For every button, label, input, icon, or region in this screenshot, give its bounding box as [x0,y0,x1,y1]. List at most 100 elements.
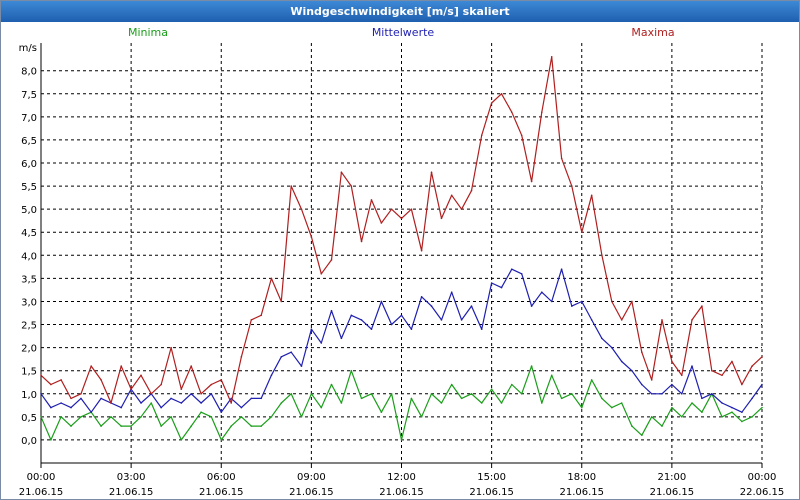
chart-window: Windgeschwindigkeit [m/s] skaliert Minim… [0,0,800,500]
data-point [50,406,52,409]
window-title: Windgeschwindigkeit [m/s] skaliert [1,1,799,22]
data-point [500,92,503,95]
data-point [260,397,263,400]
data-point [180,402,183,404]
data-point [50,439,52,441]
data-point [430,305,433,307]
data-point [410,328,413,330]
data-point [360,240,363,243]
data-point [170,397,172,400]
data-point [110,402,112,404]
data-point [330,383,333,386]
data-point [70,406,72,409]
data-point [490,388,493,390]
data-point [731,360,733,363]
x-tick-time: 21:00 [657,472,686,483]
data-point [60,402,62,404]
y-tick-label: 6,0 [21,159,37,170]
data-point [310,236,313,238]
x-tick-date: 21.06.15 [559,487,604,498]
grid-lines [40,43,763,463]
x-tick-date: 21.06.15 [289,487,334,498]
data-point [200,402,202,404]
data-point [571,392,573,395]
data-point [680,392,683,395]
data-point [650,416,653,418]
data-point [290,392,293,395]
data-point [310,328,313,330]
data-point [510,111,513,114]
data-point [751,365,753,367]
data-point [180,388,183,390]
data-point [550,374,553,377]
data-point [671,360,673,363]
data-point [220,379,223,381]
data-point [460,319,463,321]
x-tick-time: 09:00 [297,472,326,483]
data-point [70,397,72,400]
data-point [180,439,183,441]
data-point [90,365,92,367]
data-point [410,397,413,400]
data-point [100,397,102,400]
y-tick-label: 3,5 [21,274,37,285]
data-point [701,411,703,414]
y-tick-label: 7,5 [21,90,37,101]
data-point [240,416,243,418]
data-point [530,305,533,307]
data-point [260,425,263,427]
data-point [40,416,42,418]
data-point [590,379,593,381]
y-tick-label: 0,0 [21,436,37,447]
data-point [661,392,663,395]
data-point [450,194,453,197]
data-point [620,319,623,321]
data-point [90,411,92,414]
x-tick-date: 21.06.15 [19,487,64,498]
data-point [741,383,743,386]
data-point [320,406,323,409]
x-tick-date: 21.06.15 [199,487,244,498]
data-point [620,402,623,404]
data-point [470,305,473,307]
data-point [571,185,573,187]
data-point [140,416,142,418]
data-point [590,194,593,197]
y-tick-label: 6,5 [21,136,37,147]
data-point [691,319,693,321]
data-point [470,392,473,395]
data-point [220,411,223,414]
data-point [60,416,62,418]
data-point [650,379,653,381]
data-point [80,397,82,400]
data-point [580,231,583,234]
data-point [260,314,263,317]
data-point [560,397,563,400]
data-point [480,402,483,404]
data-point [620,360,623,363]
data-point [540,291,543,294]
y-tick-label: 1,5 [21,367,37,378]
legend: Minima Mittelwerte Maxima [128,26,675,39]
data-point [731,406,733,409]
data-point [120,365,123,367]
data-point [230,402,232,404]
data-point [230,425,232,427]
x-tick-time: 00:00 [27,472,56,483]
data-point [470,189,473,192]
chart-area: Minima Mittelwerte Maxima 0,0 0,5 1,0 1,5 2,0 2… [19,26,785,498]
data-point [721,416,723,418]
data-point [160,383,162,386]
data-point [741,420,743,423]
data-point [601,254,603,257]
data-point [510,383,513,386]
data-point [440,402,443,404]
data-point [110,416,112,418]
y-tick-label: 2,5 [21,321,37,332]
data-point [430,392,433,395]
data-point [661,425,663,427]
data-point [520,134,523,137]
data-point [580,406,583,409]
data-point [300,365,303,367]
data-point [680,374,683,377]
